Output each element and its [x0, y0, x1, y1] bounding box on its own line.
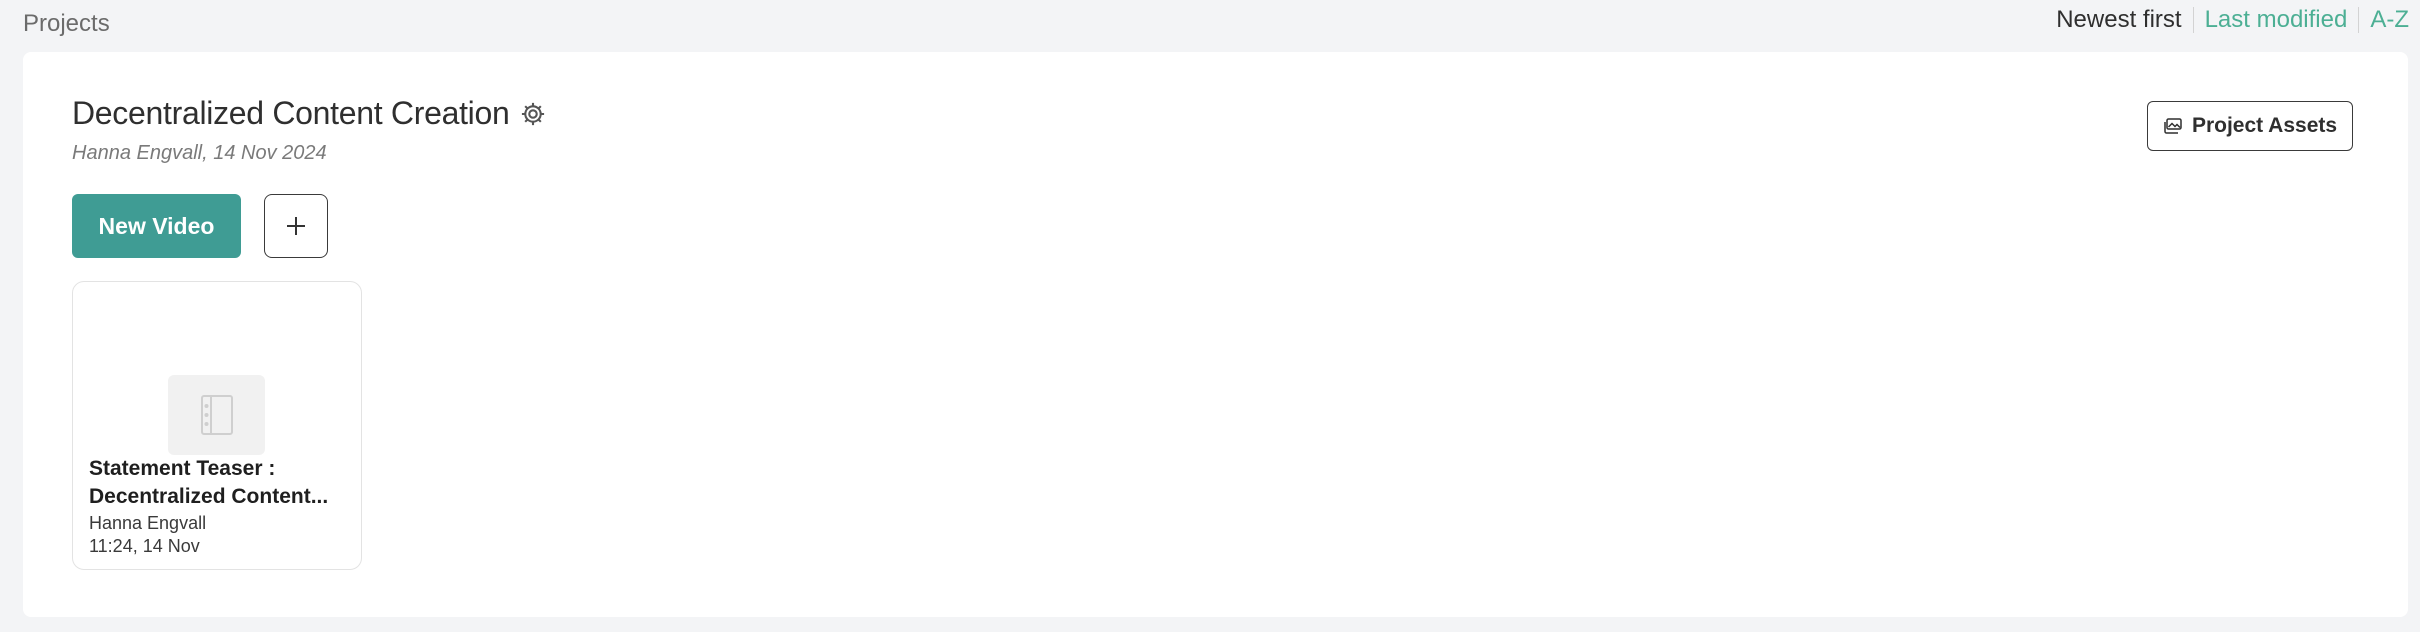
project-assets-button[interactable]: Project Assets	[2147, 101, 2353, 151]
sort-divider	[2358, 7, 2360, 33]
top-bar: Projects Newest first Last modified A-Z	[0, 0, 2420, 50]
project-header: Decentralized Content Creation	[72, 95, 547, 132]
project-meta: Hanna Engvall, 14 Nov 2024	[72, 142, 327, 164]
video-timestamp: 11:24, 14 Nov	[89, 536, 200, 556]
sort-a-z[interactable]: A-Z	[2370, 6, 2409, 34]
video-title-line-2: Decentralized Content...	[89, 485, 329, 508]
video-thumbnail	[168, 375, 265, 455]
project-assets-label: Project Assets	[2191, 114, 2338, 137]
sort-divider	[2192, 7, 2194, 33]
video-title-line-1: Statement Teaser :	[89, 457, 276, 480]
breadcrumb[interactable]: Projects	[23, 10, 110, 38]
document-placeholder-icon	[200, 394, 234, 436]
video-title: Statement Teaser : Decentralized Content…	[89, 455, 351, 511]
video-author: Hanna Engvall	[89, 513, 207, 533]
gear-icon[interactable]	[519, 100, 547, 128]
project-title: Decentralized Content Creation	[72, 95, 510, 131]
plus-icon	[285, 215, 307, 237]
sort-newest-first[interactable]: Newest first	[2056, 6, 2181, 34]
sort-last-modified[interactable]: Last modified	[2205, 6, 2348, 34]
project-panel: Decentralized Content Creation Hanna Eng…	[23, 52, 2408, 617]
video-card[interactable]: Statement Teaser : Decentralized Content…	[72, 281, 362, 570]
sort-options: Newest first Last modified A-Z	[2056, 6, 2409, 34]
new-video-button[interactable]: New Video	[72, 194, 241, 258]
images-icon	[2163, 116, 2183, 136]
add-button[interactable]	[264, 194, 328, 258]
